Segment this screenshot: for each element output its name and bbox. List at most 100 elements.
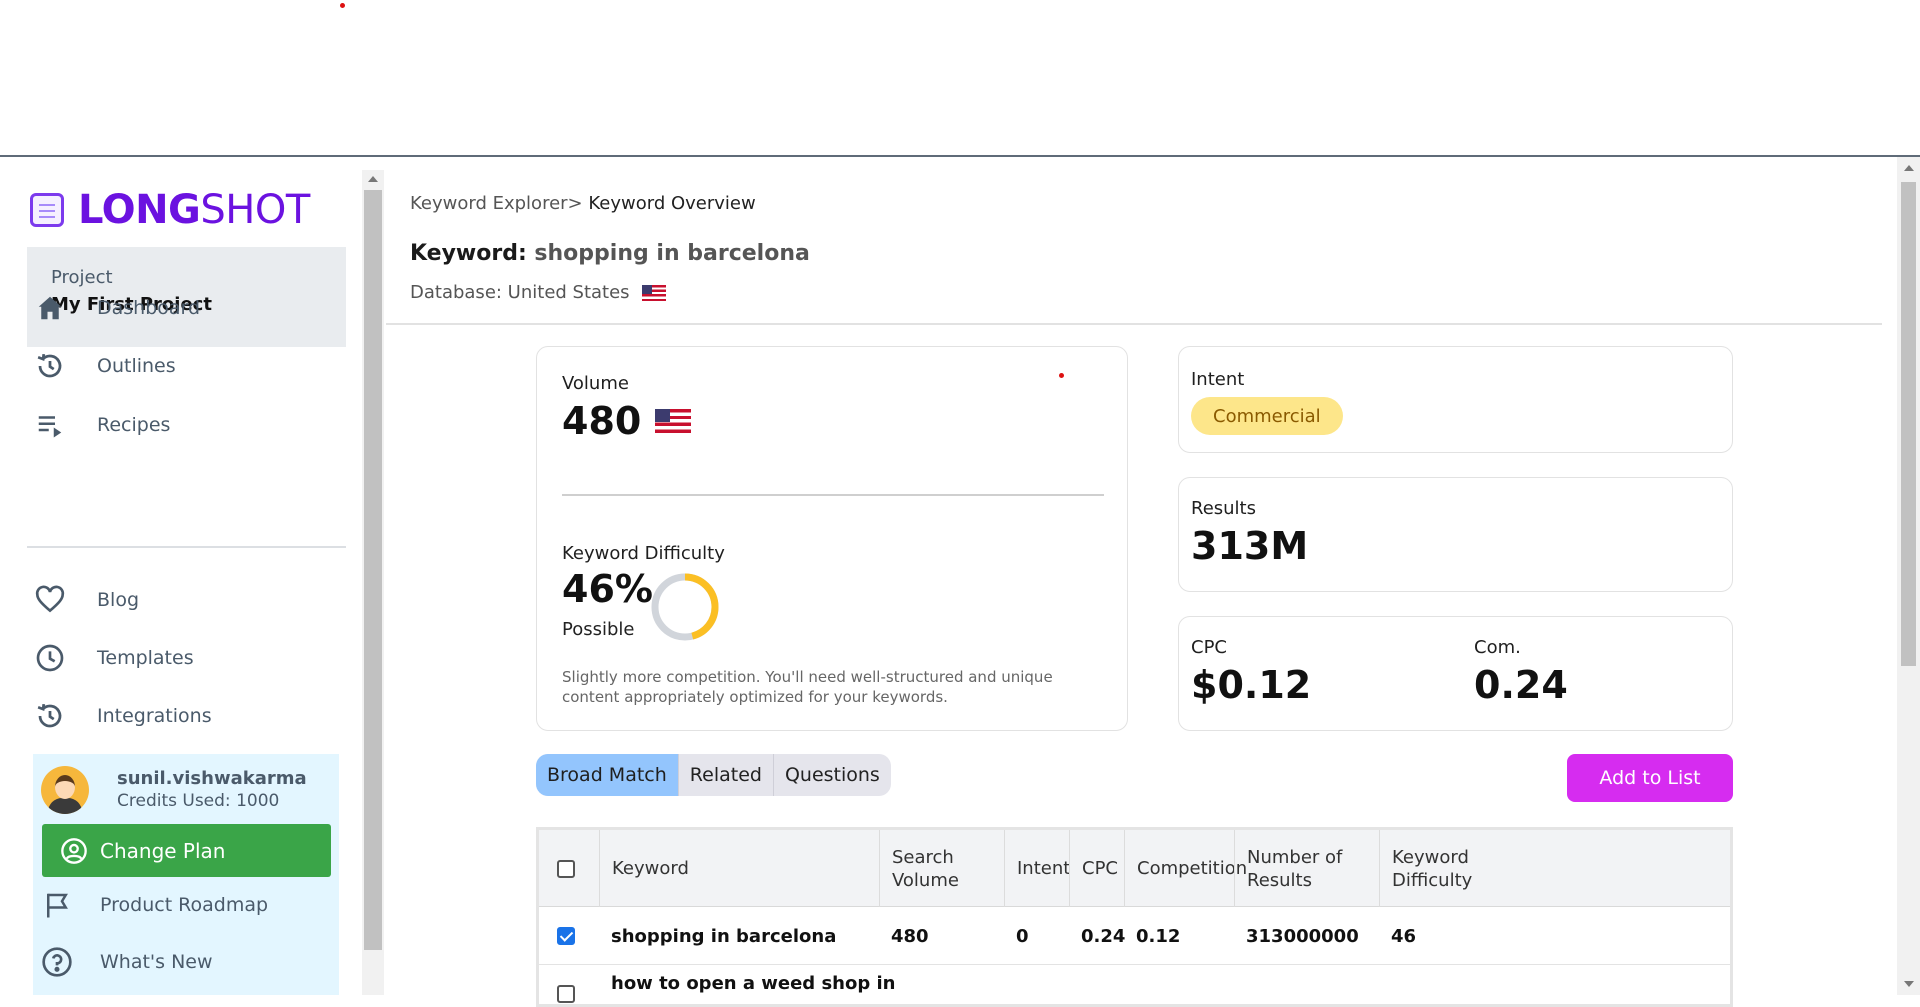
avatar[interactable] xyxy=(41,766,89,814)
volume-card: Volume 480 Keyword Difficulty 46% Possib… xyxy=(536,346,1128,731)
sidebar-item-label: Product Roadmap xyxy=(100,894,269,916)
tab-questions[interactable]: Questions xyxy=(774,754,891,796)
sidebar: LONGSHOT Project My First Project Dashbo… xyxy=(0,157,360,995)
database-label: Database: United States xyxy=(410,282,630,303)
sidebar-item-label: Dashboard xyxy=(97,297,201,319)
scroll-down-arrow-icon[interactable] xyxy=(1904,981,1914,987)
keyword-difficulty-description: Slightly more competition. You'll need w… xyxy=(562,668,1053,706)
results-card: Results 313M xyxy=(1178,477,1733,592)
project-label: Project xyxy=(51,267,113,288)
column-header[interactable]: Number of Results xyxy=(1234,830,1379,907)
keyword-value: shopping in barcelona xyxy=(526,241,810,266)
user-name: sunil.vishwakarma xyxy=(117,768,307,789)
clock-icon xyxy=(30,638,70,678)
logo[interactable]: LONGSHOT xyxy=(30,187,310,233)
intent-badge: Commercial xyxy=(1191,397,1343,435)
scroll-up-arrow-icon[interactable] xyxy=(368,176,378,182)
row-checkbox[interactable] xyxy=(557,985,575,1003)
sidebar-item-templates[interactable]: Templates xyxy=(30,638,194,678)
us-flag-icon xyxy=(641,284,666,301)
keyword-cell: shopping in barcelona xyxy=(611,925,837,947)
cpc-value: $0.12 xyxy=(1191,663,1312,707)
sidebar-item-label: What's New xyxy=(100,951,213,973)
sidebar-item-blog[interactable]: Blog xyxy=(30,580,139,620)
tab-related[interactable]: Related xyxy=(679,754,774,796)
match-tabs: Broad Match Related Questions xyxy=(536,754,891,796)
keyword-difficulty-label: Keyword Difficulty xyxy=(562,543,725,564)
column-header[interactable]: Keyword xyxy=(599,830,879,907)
select-all-checkbox[interactable] xyxy=(557,859,575,878)
sidebar-item-product-roadmap[interactable]: Product Roadmap xyxy=(33,885,268,925)
sidebar-item-outlines[interactable]: Outlines xyxy=(30,346,176,386)
sidebar-item-label: Integrations xyxy=(97,705,212,727)
red-dot-marker xyxy=(340,3,345,8)
intent-cell: 0 xyxy=(1016,925,1029,947)
change-plan-label: Change Plan xyxy=(100,838,226,863)
row-checkbox[interactable] xyxy=(557,927,575,945)
table-row[interactable]: shopping in barcelona 480 0 0.24 0.12 31… xyxy=(539,907,1730,965)
scrollbar-thumb[interactable] xyxy=(364,190,382,950)
sidebar-scrollbar[interactable] xyxy=(362,170,384,995)
scrollbar-thumb[interactable] xyxy=(1901,182,1916,666)
header-divider xyxy=(386,323,1882,325)
us-flag-icon xyxy=(655,409,692,433)
history-icon xyxy=(30,346,70,386)
playlist-icon xyxy=(30,405,70,445)
volume-label: Volume xyxy=(562,373,629,394)
results-cell: 313000000 xyxy=(1246,925,1359,947)
add-to-list-button[interactable]: Add to List xyxy=(1567,754,1733,802)
sidebar-item-recipes[interactable]: Recipes xyxy=(30,405,170,445)
user-circle-icon xyxy=(60,837,88,865)
competition-cell: 0.12 xyxy=(1136,925,1181,947)
sidebar-item-whats-new[interactable]: What's New xyxy=(33,942,213,982)
tab-broad-match[interactable]: Broad Match xyxy=(536,754,679,796)
keyword-cell: how to open a weed shop in xyxy=(611,973,896,994)
card-divider xyxy=(562,494,1104,496)
competition-value: 0.24 xyxy=(1474,663,1568,707)
cpc-cell: 0.24 xyxy=(1081,925,1126,947)
table-row[interactable]: how to open a weed shop in xyxy=(539,965,1730,1004)
breadcrumb-parent[interactable]: Keyword Explorer> xyxy=(410,193,583,214)
intent-card: Intent Commercial xyxy=(1178,346,1733,453)
cpc-label: CPC xyxy=(1191,637,1227,658)
sidebar-item-label: Recipes xyxy=(97,414,171,436)
flag-icon xyxy=(37,885,77,925)
keyword-label: Keyword: xyxy=(410,241,527,266)
credits-used: Credits Used: 1000 xyxy=(117,791,280,811)
sidebar-divider xyxy=(27,546,346,548)
sidebar-item-label: Templates xyxy=(97,647,194,669)
page-title: Keyword: shopping in barcelona xyxy=(410,241,810,266)
red-dot-marker xyxy=(1059,373,1064,378)
sidebar-item-dashboard[interactable]: Dashboard xyxy=(30,288,200,328)
results-label: Results xyxy=(1191,498,1256,519)
breadcrumb: Keyword Explorer> Keyword Overview xyxy=(410,193,756,214)
scroll-up-arrow-icon[interactable] xyxy=(1904,165,1914,171)
keyword-difficulty-value: 46% xyxy=(562,567,653,611)
volume-cell: 480 xyxy=(891,925,929,947)
database-info: Database: United States xyxy=(410,282,666,303)
breadcrumb-current: Keyword Overview xyxy=(582,193,756,214)
column-header[interactable]: Search Volume xyxy=(879,830,1004,907)
column-header[interactable]: Competition xyxy=(1124,830,1247,907)
table-header: Keyword Search Volume Intent CPC Competi… xyxy=(539,830,1730,907)
sidebar-item-label: Blog xyxy=(97,589,139,611)
page-scrollbar[interactable] xyxy=(1897,157,1920,995)
sidebar-item-integrations[interactable]: Integrations xyxy=(30,696,212,736)
home-icon xyxy=(30,288,70,328)
column-header[interactable]: Keyword Difficulty xyxy=(1379,830,1529,907)
change-plan-button[interactable]: Change Plan xyxy=(42,824,331,877)
column-header[interactable]: CPC xyxy=(1069,830,1124,907)
column-header[interactable]: Intent xyxy=(1004,830,1070,907)
history-icon xyxy=(30,696,70,736)
help-circle-icon xyxy=(37,942,77,982)
volume-value: 480 xyxy=(562,399,642,443)
results-value: 313M xyxy=(1191,524,1309,568)
user-panel: sunil.vishwakarma Credits Used: 1000 Cha… xyxy=(33,754,339,995)
heart-icon xyxy=(30,580,70,620)
difficulty-cell: 46 xyxy=(1391,925,1417,947)
competition-label: Com. xyxy=(1474,637,1521,658)
keywords-table: Keyword Search Volume Intent CPC Competi… xyxy=(536,827,1733,1007)
logo-text: LONGSHOT xyxy=(78,187,310,233)
main-content: Keyword Explorer> Keyword Overview Keywo… xyxy=(386,157,1896,1007)
select-all-cell xyxy=(539,830,599,907)
